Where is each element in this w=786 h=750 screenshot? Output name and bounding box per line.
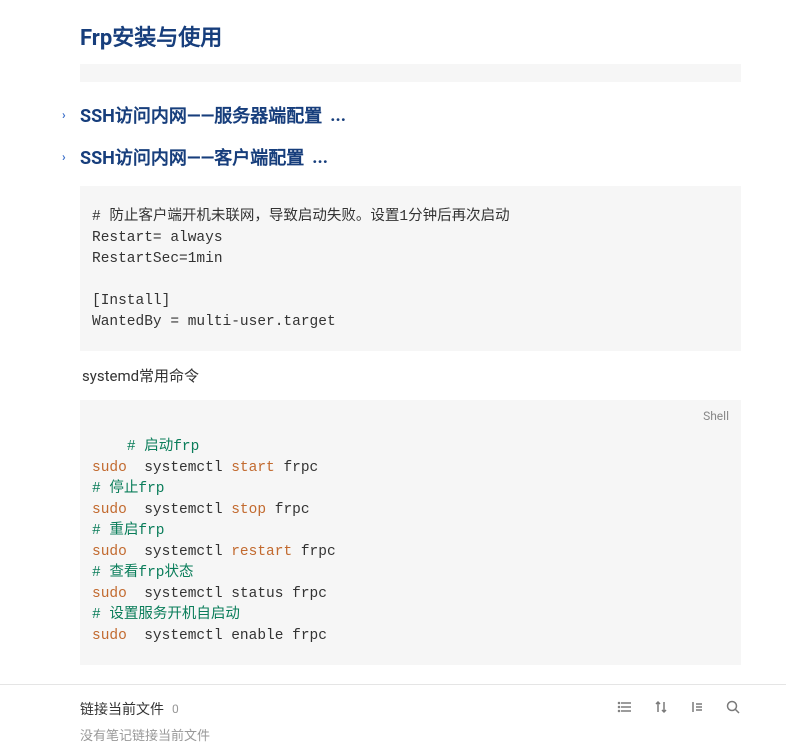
- code-block-service: # 防止客户端开机未联网，导致启动失败。设置1分钟后再次启动 Restart= …: [80, 186, 741, 351]
- footer-title: 链接当前文件: [80, 699, 164, 719]
- search-icon[interactable]: [725, 699, 741, 719]
- footer-panel: 链接当前文件 0 没有笔记链接当前文件: [0, 684, 786, 750]
- chevron-right-icon: ›: [62, 150, 66, 164]
- heading-dots: ...: [312, 147, 328, 168]
- section-heading-server[interactable]: › SSH访问内网——服务器端配置 ...: [80, 102, 741, 128]
- list-icon[interactable]: [617, 699, 633, 719]
- sort-updown-icon[interactable]: [653, 699, 669, 719]
- footer-count: 0: [172, 702, 179, 716]
- body-text-systemd: systemd常用命令: [80, 365, 741, 386]
- chevron-right-icon: ›: [62, 108, 66, 122]
- code-lang-label: Shell: [703, 408, 729, 425]
- page-title: Frp安装与使用: [80, 20, 741, 52]
- section-heading-client[interactable]: › SSH访问内网——客户端配置 ...: [80, 144, 741, 170]
- heading-dots: ...: [330, 105, 346, 126]
- spacer-bar: [80, 64, 741, 82]
- footer-subtitle: 没有笔记链接当前文件: [80, 725, 741, 744]
- collapse-icon[interactable]: [689, 699, 705, 719]
- section-heading-text: SSH访问内网——服务器端配置: [80, 102, 322, 128]
- code-block-shell: Shell# 启动frp sudo systemctl start frpc #…: [80, 400, 741, 665]
- section-heading-text: SSH访问内网——客户端配置: [80, 144, 304, 170]
